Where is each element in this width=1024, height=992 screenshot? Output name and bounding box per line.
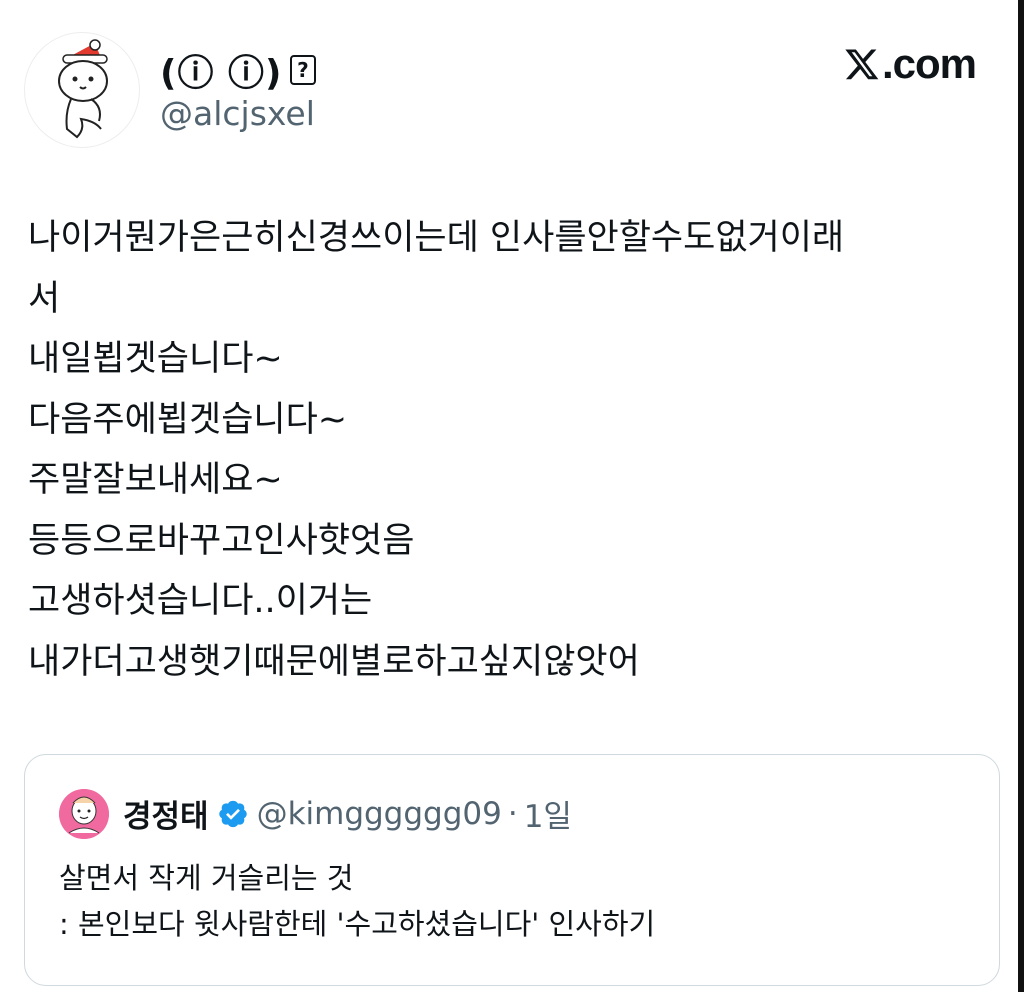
- logo-text: .com: [881, 40, 977, 87]
- quoted-avatar-icon: [59, 789, 109, 839]
- quoted-author-handle[interactable]: @kimgggggg09: [257, 796, 502, 832]
- author-display-name[interactable]: (ⓘ ⓘ) ?: [160, 44, 317, 96]
- quoted-line: : 본인보다 윗사람한테 '수고하셨습니다' 인사하기: [59, 907, 656, 941]
- quoted-tweet-card[interactable]: 경정태 @kimgggggg09 · 1일 살면서 작게 거슬리는 것 : 본인…: [24, 754, 1000, 986]
- quoted-author-name[interactable]: 경정태: [123, 791, 209, 836]
- tweet-line: 내가더고생햇기때문에별로하고싶지않앗어: [28, 641, 640, 682]
- quoted-tweet-text: 살면서 작게 거슬리는 것 : 본인보다 윗사람한테 '수고하셨습니다' 인사하…: [59, 855, 655, 947]
- author-avatar[interactable]: [24, 32, 140, 148]
- tweet-text: 나이거뭔가은근히신경쓰이는데 인사를안할수도없거이래 서 내일뵙겟습니다~ 다음…: [28, 208, 1008, 692]
- display-name-text: (ⓘ ⓘ): [160, 53, 283, 94]
- tweet-line: 내일뵙겟습니다~: [28, 339, 283, 379]
- tweet-line: 고생하셧습니다..이거는: [28, 581, 373, 621]
- santa-hat-cartoon-avatar-icon: [58, 39, 108, 139]
- author-handle[interactable]: @alcjsxel: [160, 94, 315, 133]
- x-logo-icon: [845, 49, 879, 80]
- tweet-line: 다음주에뵙겟습니다~: [28, 399, 348, 440]
- quoted-tweet-time[interactable]: 1일: [524, 791, 572, 836]
- tweet-line: 나이거뭔가은근히신경쓰이는데 인사를안할수도없거이래: [28, 218, 845, 258]
- tweet-line: 서: [28, 278, 61, 319]
- tweet-line: 주말잘보내세요~: [28, 460, 283, 500]
- x-brand-logo[interactable]: .com: [844, 40, 977, 88]
- quoted-author-avatar[interactable]: [59, 789, 109, 839]
- quoted-line: 살면서 작게 거슬리는 것: [59, 861, 354, 895]
- unknown-emoji-icon: ?: [290, 55, 317, 85]
- verified-badge-icon: [218, 800, 247, 827]
- window-edge: [1018, 0, 1024, 992]
- quoted-tweet-header: 경정태 @kimgggggg09 · 1일: [123, 791, 572, 836]
- tweet-line: 등등으로바꾸고인사햣엇음: [28, 520, 415, 561]
- meta-separator: ·: [507, 795, 518, 832]
